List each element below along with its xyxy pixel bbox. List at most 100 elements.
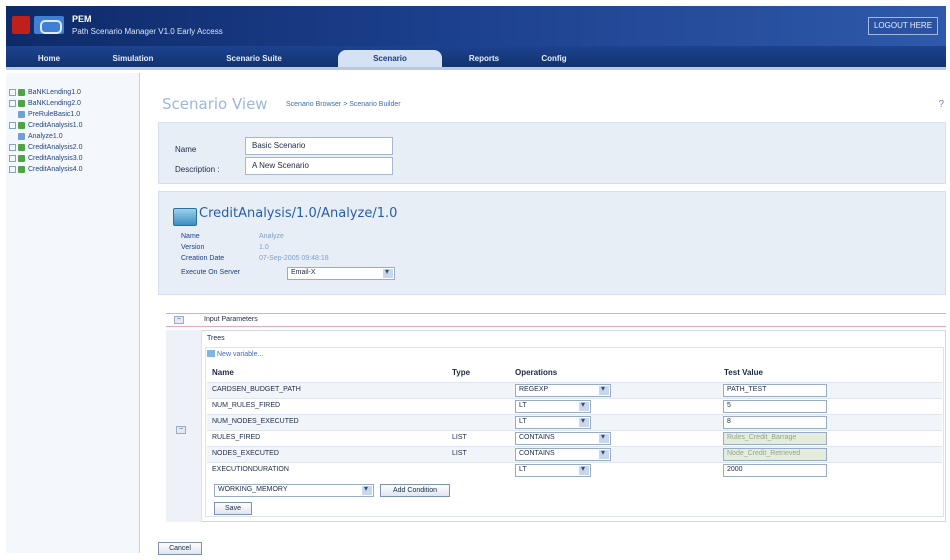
operation-select[interactable]: LT	[515, 416, 591, 429]
service-icon	[18, 121, 25, 129]
main-tab-bar: Home Simulation Scenario Suite Scenario …	[6, 46, 946, 70]
param-name: NUM_NODES_EXECUTED	[212, 418, 299, 425]
tree-item-label: CreditAnalysis3.0	[28, 154, 83, 162]
tree-item[interactable]: CreditAnalysis3.0	[6, 153, 139, 163]
chevron-down-icon	[599, 384, 609, 395]
tab-simulation[interactable]: Simulation	[90, 50, 176, 67]
execute-server-label: Execute On Server	[181, 269, 241, 276]
brand-logo-icon	[12, 16, 30, 34]
description-field[interactable]: A New Scenario	[245, 157, 393, 175]
service-icon	[173, 208, 197, 226]
table-row: NODES_EXECUTED LIST CONTAINS Node_Credit…	[207, 446, 942, 462]
param-name: NUM_RULES_FIRED	[212, 402, 281, 409]
app-name: PEM	[72, 14, 92, 24]
test-value-field[interactable]: 5	[723, 400, 827, 413]
operation-select[interactable]: REGEXP	[515, 384, 611, 397]
expand-toggle-icon[interactable]	[9, 165, 16, 173]
logout-button[interactable]: LOGOUT HERE	[868, 17, 938, 35]
operation-select[interactable]: LT	[515, 400, 591, 413]
test-value-field: Node_Credit_Retrieved	[723, 448, 827, 461]
service-title: CreditAnalysis/1.0/Analyze/1.0	[199, 206, 398, 221]
service-name-value: Analyze	[259, 233, 284, 240]
tree-item[interactable]: CreditAnalysis4.0	[6, 164, 139, 174]
test-value-field[interactable]: 2000	[723, 464, 827, 477]
operation-value: LT	[519, 466, 527, 473]
operation-value: CONTAINS	[519, 434, 555, 441]
test-value-field: Rules_Credit_Barrage	[723, 432, 827, 445]
service-icon	[18, 88, 25, 96]
column-header-operations: Operations	[515, 368, 558, 377]
tab-scenario[interactable]: Scenario	[338, 50, 442, 67]
param-type: LIST	[452, 434, 467, 441]
chevron-down-icon	[579, 416, 589, 427]
param-name: EXECUTIONDURATION	[212, 466, 289, 473]
service-icon	[18, 165, 25, 173]
test-value-field[interactable]: PATH_TEST	[723, 384, 827, 397]
expand-toggle-icon[interactable]	[9, 121, 16, 129]
tree-item-label: CreditAnalysis4.0	[28, 165, 83, 173]
param-type: LIST	[452, 450, 467, 457]
variable-select[interactable]: WORKING_MEMORY	[214, 484, 374, 497]
creation-date-label: Creation Date	[181, 255, 225, 262]
collapse-toggle-icon[interactable]: −	[174, 316, 184, 324]
tree-item[interactable]: BaNKLending2.0	[6, 98, 139, 108]
operation-select[interactable]: LT	[515, 464, 591, 477]
cancel-button[interactable]: Cancel	[158, 542, 202, 555]
section-label: Input Parameters	[204, 316, 258, 323]
app-header: PEM Path Scenario Manager V1.0 Early Acc…	[6, 6, 946, 46]
description-label: Description :	[175, 165, 220, 174]
name-label: Name	[175, 145, 197, 154]
tab-home[interactable]: Home	[12, 50, 86, 67]
param-name: RULES_FIRED	[212, 434, 261, 441]
expand-toggle-icon[interactable]	[9, 143, 16, 151]
group-label: Trees	[207, 335, 225, 342]
tree-item-label: BaNKLending1.0	[28, 88, 81, 96]
tab-config[interactable]: Config	[522, 50, 586, 67]
input-parameters-header[interactable]: − Input Parameters	[166, 313, 946, 327]
column-header-name: Name	[212, 368, 234, 377]
table-row: EXECUTIONDURATION LT 2000	[207, 462, 942, 478]
service-icon	[18, 154, 25, 162]
chevron-down-icon	[383, 267, 393, 278]
tree-item-label: CreditAnalysis1.0	[28, 121, 83, 129]
tree-item[interactable]: PreRuleBasic1.0	[6, 109, 139, 119]
test-value-field[interactable]: 8	[723, 416, 827, 429]
chevron-down-icon	[599, 448, 609, 459]
operation-icon	[18, 110, 25, 118]
tab-scenario-suite[interactable]: Scenario Suite	[184, 50, 324, 67]
page-title: Scenario View	[162, 95, 268, 113]
operation-value: LT	[519, 402, 527, 409]
column-header-type: Type	[452, 368, 471, 377]
column-header-test-value: Test Value	[724, 368, 763, 377]
new-variable-link[interactable]: New variable...	[207, 350, 263, 358]
creation-date-value: 07-Sep-2005 09:48:18	[259, 255, 329, 262]
tree-item[interactable]: BaNKLending1.0	[6, 87, 139, 97]
collapse-toggle-icon[interactable]: −	[176, 426, 186, 434]
chevron-down-icon	[579, 400, 589, 411]
save-button[interactable]: Save	[214, 502, 252, 515]
breadcrumb[interactable]: Scenario Browser > Scenario Builder	[286, 101, 401, 108]
tree-item[interactable]: CreditAnalysis1.0	[6, 120, 139, 130]
service-tree: BaNKLending1.0 BaNKLending2.0 PreRuleBas…	[6, 73, 140, 553]
param-name: CARDSEN_BUDGET_PATH	[212, 386, 301, 393]
service-icon	[18, 143, 25, 151]
tab-reports[interactable]: Reports	[452, 50, 516, 67]
tree-item[interactable]: Analyze1.0	[6, 131, 139, 141]
chevron-down-icon	[579, 464, 589, 475]
service-name-label: Name	[181, 233, 200, 240]
add-condition-button[interactable]: Add Condition	[380, 484, 450, 497]
service-version-value: 1.0	[259, 244, 269, 251]
tree-item[interactable]: CreditAnalysis2.0	[6, 142, 139, 152]
tree-item-label: BaNKLending2.0	[28, 99, 81, 107]
expand-toggle-icon[interactable]	[9, 154, 16, 162]
operation-select[interactable]: CONTAINS	[515, 448, 611, 461]
table-row: CARDSEN_BUDGET_PATH REGEXP PATH_TEST	[207, 382, 942, 398]
variable-select-value: WORKING_MEMORY	[218, 486, 288, 493]
operation-select[interactable]: CONTAINS	[515, 432, 611, 445]
help-icon[interactable]: ?	[938, 99, 944, 110]
execute-server-select[interactable]: Email-X	[287, 267, 395, 280]
expand-toggle-icon[interactable]	[9, 99, 16, 107]
name-field[interactable]: Basic Scenario	[245, 137, 393, 155]
service-icon	[18, 99, 25, 107]
expand-toggle-icon[interactable]	[9, 88, 16, 96]
